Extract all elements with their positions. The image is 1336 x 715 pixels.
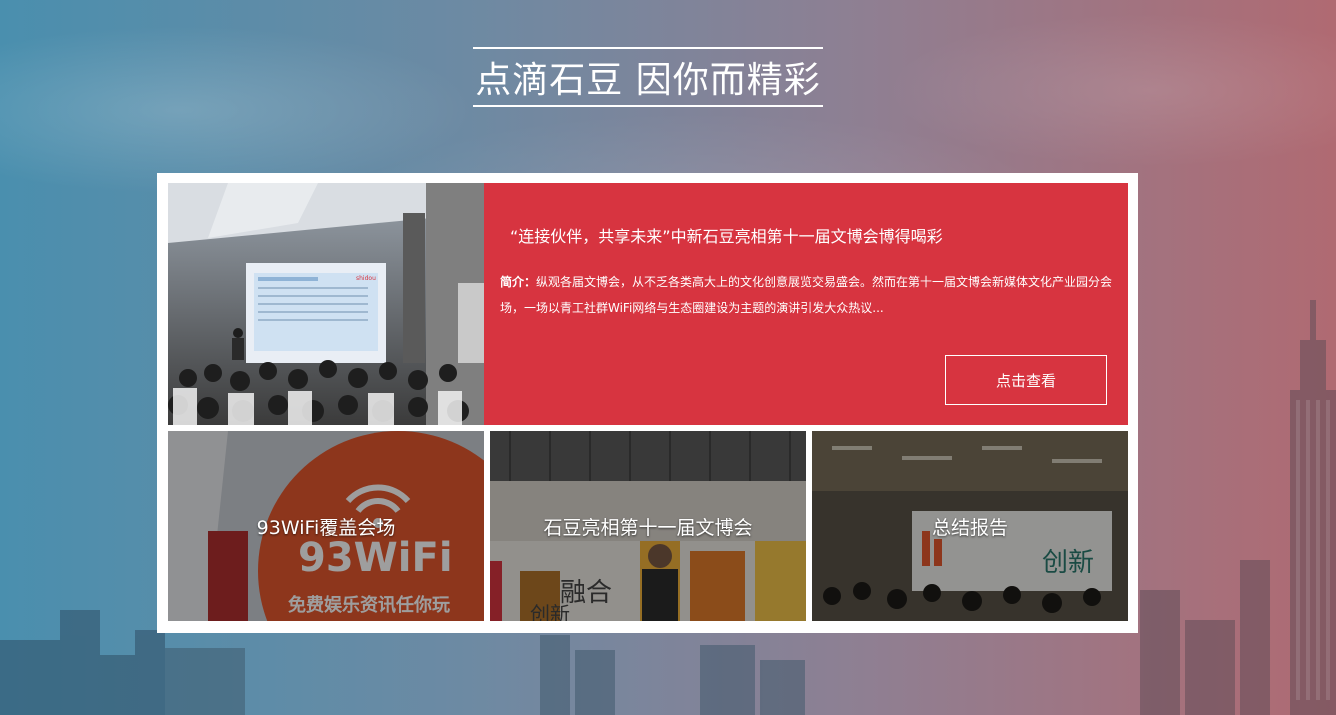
thumbnail-summary-report[interactable]: 创新 总结报告 xyxy=(812,431,1128,621)
thumbnail-label: 石豆亮相第十一届文博会 xyxy=(543,517,753,539)
view-details-button[interactable]: 点击查看 xyxy=(945,355,1107,405)
slide-brand-text: shidou xyxy=(356,275,376,282)
headline-frame: 点滴石豆 因你而精彩 xyxy=(473,47,823,107)
thumbnail-label: 总结报告 xyxy=(931,517,1008,539)
page-title: 点滴石豆 因你而精彩 xyxy=(475,60,821,101)
feature-title[interactable]: “连接伙伴，共享未来”中新石豆亮相第十一届文博会博得喝彩 xyxy=(510,223,943,247)
feature-article-card: “连接伙伴，共享未来”中新石豆亮相第十一届文博会博得喝彩 简介：纵观各届文博会，… xyxy=(484,183,1128,425)
news-panel: shidou “连接伙伴，共享未来”中新石豆亮相第十一届文博会博得喝彩 简介：纵… xyxy=(157,173,1138,633)
conference-hall-image: shidou xyxy=(168,183,484,425)
summary-text: 纵观各届文博会，从不乏各类高大上的文化创意展览交易盛会。然而在第十一届文博会新媒… xyxy=(500,275,1113,315)
thumbnail-label: 93WiFi覆盖会场 xyxy=(256,517,396,539)
feature-summary: 简介：纵观各届文博会，从不乏各类高大上的文化创意展览交易盛会。然而在第十一届文博… xyxy=(500,269,1120,321)
thumbnail-expo-appearance[interactable]: 融合 创新 石豆亮相第十一届文博会 xyxy=(490,431,806,621)
feature-photo[interactable]: shidou xyxy=(168,183,484,425)
thumbnail-wifi-coverage[interactable]: 93WiFi 免费娱乐资讯任你玩 93WiFi覆盖会场 xyxy=(168,431,484,621)
summary-label: 简介： xyxy=(500,275,537,289)
